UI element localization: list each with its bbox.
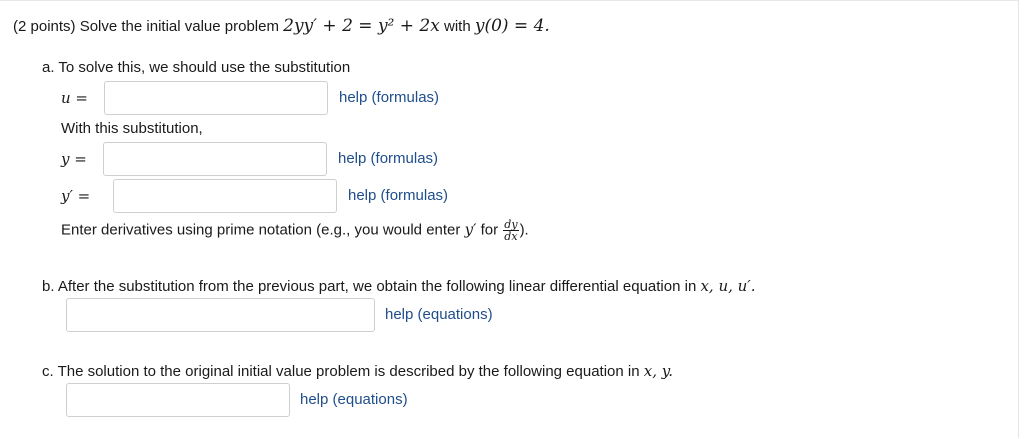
part-c-input[interactable]: [66, 383, 290, 417]
problem-with: with: [439, 18, 475, 35]
u-label: u =: [61, 89, 88, 107]
problem-intro: (2 points) Solve the initial value probl…: [13, 18, 284, 35]
y-label: y =: [61, 150, 87, 168]
part-a-label: a. To solve this, we should use the subs…: [42, 59, 351, 76]
problem-equation: 2yy′ + 2 = y² + 2x: [283, 16, 440, 36]
part-c-vars: x, y.: [643, 362, 673, 380]
derivative-note: Enter derivatives using prime notation (…: [61, 219, 529, 242]
u-input[interactable]: [104, 81, 328, 115]
yprime-label: y′ =: [61, 187, 91, 205]
part-c-label: c. The solution to the original initial …: [42, 362, 673, 380]
part-b-vars: x, u, u′.: [700, 277, 756, 295]
y-input[interactable]: [103, 142, 327, 176]
part-b-text: b. After the substitution from the previ…: [42, 278, 701, 295]
note-yprime: y′: [464, 220, 477, 239]
initial-condition: y(0) = 4.: [474, 16, 550, 36]
help-equations-c-link[interactable]: help (equations): [300, 391, 408, 408]
fraction-denominator: dx: [504, 230, 518, 243]
note-text: Enter derivatives using prime notation (…: [61, 221, 465, 239]
part-b-input[interactable]: [66, 298, 375, 332]
part-c-text: c. The solution to the original initial …: [42, 363, 644, 380]
help-formulas-y-link[interactable]: help (formulas): [338, 150, 438, 167]
note-for: for: [476, 221, 503, 239]
part-b-label: b. After the substitution from the previ…: [42, 277, 755, 295]
note-end: ).: [519, 221, 529, 239]
help-formulas-u-link[interactable]: help (formulas): [339, 89, 439, 106]
help-formulas-yprime-link[interactable]: help (formulas): [348, 187, 448, 204]
help-equations-b-link[interactable]: help (equations): [385, 306, 493, 323]
with-substitution-text: With this substitution,: [61, 120, 203, 137]
dy-dx-fraction: dy dx: [503, 219, 519, 243]
problem-statement: (2 points) Solve the initial value probl…: [13, 16, 550, 36]
yprime-input[interactable]: [113, 179, 337, 213]
